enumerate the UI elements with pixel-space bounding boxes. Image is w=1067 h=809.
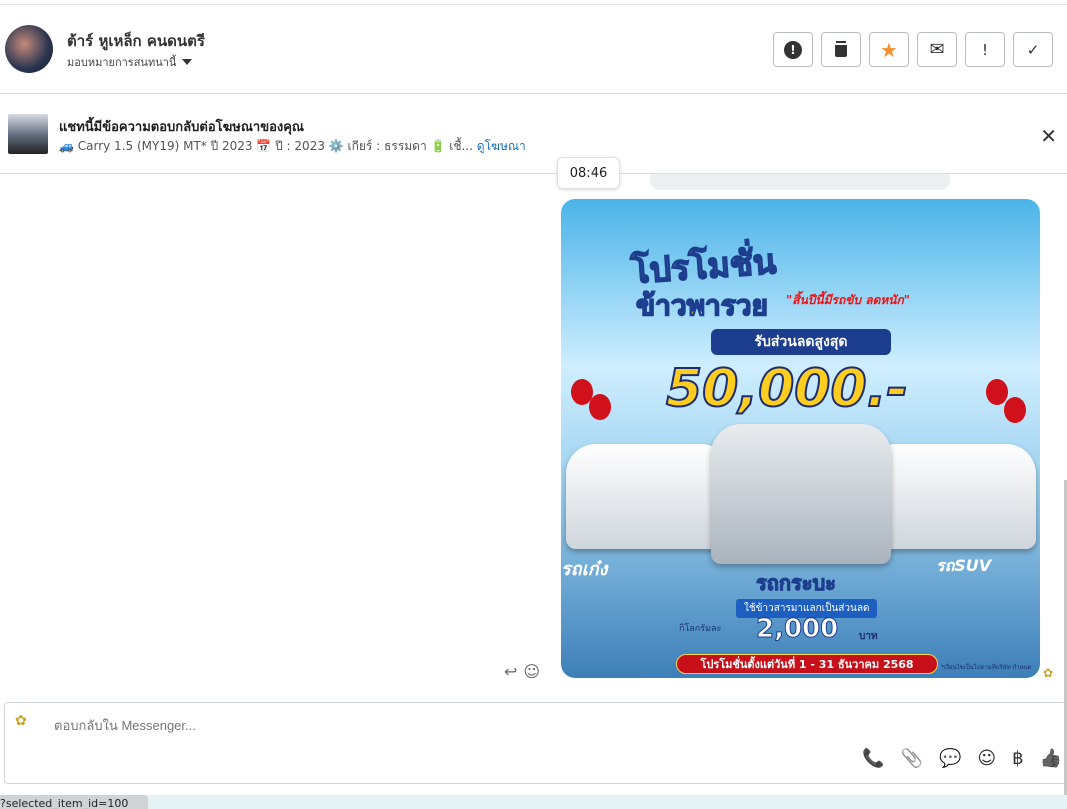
promo-period: โปรโมชั่นตั้งแต่วันที่ 1 - 31 ธันวาคม 25… bbox=[676, 654, 938, 674]
ad-reply-banner: แชทนี้มีข้อความตอบกลับต่อโฆษณาของคุณ 🚙 C… bbox=[0, 94, 1067, 174]
view-ad-link[interactable]: ดูโฆษณา bbox=[477, 139, 526, 153]
promo-center-label: รถกระบะ bbox=[756, 571, 837, 596]
reply-input[interactable] bbox=[54, 718, 654, 733]
composer-tools: 📞 📎 💬 ☺ ฿ 👍 bbox=[862, 748, 1062, 769]
star-icon: ★ bbox=[880, 37, 898, 62]
balloon-icon bbox=[986, 379, 1008, 405]
report-button[interactable]: ! bbox=[773, 32, 813, 67]
promo-rice-value: 2,000 bbox=[755, 614, 839, 645]
caret-down-icon bbox=[182, 59, 193, 65]
report-icon: ! bbox=[784, 40, 802, 59]
close-icon[interactable]: ✕ bbox=[1040, 124, 1057, 148]
important-icon: ! bbox=[981, 40, 988, 59]
reply-icon[interactable]: ↩ bbox=[504, 662, 517, 681]
attach-icon[interactable]: 📎 bbox=[901, 748, 923, 769]
like-icon[interactable]: 👍 bbox=[1040, 748, 1062, 769]
promo-per-kg: กิโลกรัมละ bbox=[679, 624, 722, 634]
saved-reply-icon[interactable]: 💬 bbox=[939, 748, 961, 769]
action-toolbar: ! ★ ✉ ! ✓ bbox=[773, 32, 1053, 67]
status-url: ?selected_item_id=100 bbox=[0, 795, 149, 809]
promo-right-label: รถSUV bbox=[936, 556, 992, 575]
react-emoji-icon[interactable]: ☺ bbox=[523, 662, 540, 681]
previous-message-bubble bbox=[650, 174, 950, 190]
promo-discount: 50,000.- bbox=[665, 358, 909, 420]
ad-thumbnail[interactable] bbox=[8, 114, 48, 154]
payment-icon[interactable]: ฿ bbox=[1012, 748, 1023, 769]
ad-description: 🚙 Carry 1.5 (MY19) MT* ปี 2023 📅 ปี : 20… bbox=[59, 139, 473, 153]
page-logo-icon: ✿ bbox=[15, 713, 27, 729]
promo-line2: ข้าวพารวย bbox=[635, 288, 768, 323]
suv-car-image bbox=[866, 444, 1036, 549]
promo-fineprint: *เงื่อนไขเป็นไปตามที่บริษัท กำหนด bbox=[941, 664, 1032, 671]
done-icon: ✓ bbox=[1026, 40, 1040, 59]
star-button[interactable]: ★ bbox=[869, 32, 909, 67]
message-actions: ↩ ☺ bbox=[504, 662, 540, 681]
conversation-header: ต้าร์ หูเหล็ก คนดนตรี มอบหมายการสนทนานี้… bbox=[0, 5, 1067, 94]
important-button[interactable]: ! bbox=[965, 32, 1005, 67]
promo-image-message[interactable]: โปรโมชั่น ข้าวพารวย "สิ้นปีนี้มีรถขับ ลด… bbox=[561, 199, 1040, 678]
promo-discount-label: รับส่วนลดสูงสุด bbox=[711, 329, 891, 355]
emoji-icon[interactable]: ☺ bbox=[977, 748, 996, 769]
seen-avatar-icon: ✿ bbox=[1043, 666, 1054, 680]
pickup-car-image bbox=[711, 424, 891, 564]
mark-done-button[interactable]: ✓ bbox=[1013, 32, 1053, 67]
avatar[interactable] bbox=[5, 25, 53, 73]
message-composer: ✿ 📞 📎 💬 ☺ ฿ 👍 bbox=[4, 702, 1067, 784]
contact-name[interactable]: ต้าร์ หูเหล็ก คนดนตรี bbox=[67, 29, 205, 53]
balloon-icon bbox=[1004, 397, 1026, 423]
promo-tagline: "สิ้นปีนี้มีรถขับ ลดหนัก" bbox=[786, 293, 910, 307]
assign-dropdown[interactable]: มอบหมายการสนทนานี้ bbox=[67, 53, 193, 71]
trash-icon bbox=[835, 42, 847, 57]
delete-button[interactable] bbox=[821, 32, 861, 67]
ad-banner-title: แชทนี้มีข้อความตอบกลับต่อโฆษณาของคุณ bbox=[59, 120, 304, 135]
sedan-car-image bbox=[566, 444, 731, 549]
mark-unread-button[interactable]: ✉ bbox=[917, 32, 957, 67]
mail-icon: ✉ bbox=[929, 39, 945, 60]
status-bar bbox=[0, 795, 1067, 809]
message-timestamp: 08:46 bbox=[557, 157, 620, 189]
promo-left-label: รถเก๋ง bbox=[561, 559, 608, 580]
call-request-icon[interactable]: 📞 bbox=[862, 748, 884, 769]
promo-unit: บาท bbox=[859, 631, 878, 642]
ad-banner-subtitle: 🚙 Carry 1.5 (MY19) MT* ปี 2023 📅 ปี : 20… bbox=[59, 137, 526, 156]
assign-label: มอบหมายการสนทนานี้ bbox=[67, 56, 177, 69]
balloon-icon bbox=[589, 394, 611, 420]
